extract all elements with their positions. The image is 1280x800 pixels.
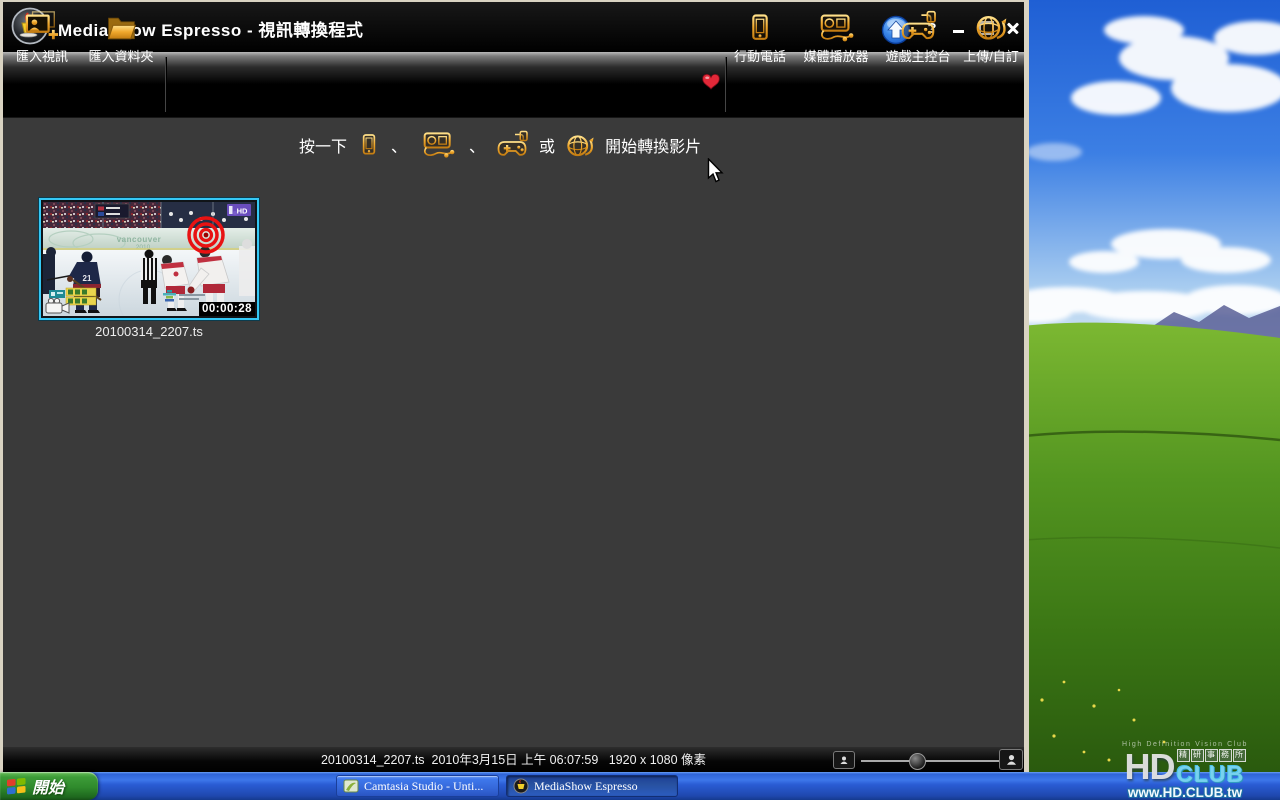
status-filename: 20100314_2207.ts	[320, 753, 425, 767]
media-player-button[interactable]: 媒體播放器	[795, 3, 877, 70]
import-video-label: 匯入視訊	[15, 49, 68, 64]
game-console-icon	[898, 10, 938, 44]
media-player-icon	[417, 130, 459, 160]
thumbnail-zoom-slider-knob[interactable]	[909, 753, 926, 770]
task-label: MediaShow Espresso	[534, 778, 638, 793]
import-folder-icon	[103, 12, 139, 44]
import-folder-label: 匯入資料夾	[88, 49, 154, 64]
instruction-comma: 、	[469, 139, 486, 156]
import-video-icon	[23, 10, 61, 44]
globe-upload-icon	[974, 10, 1008, 44]
game-console-label: 遊戲主控台	[885, 49, 951, 64]
instruction-or: 或	[539, 139, 556, 156]
thumbnail-zoom-slider-track[interactable]	[861, 760, 1001, 762]
import-folder-button[interactable]: 匯入資料夾	[81, 3, 161, 70]
status-resolution: 1920 x 1080 像素	[608, 753, 707, 767]
camcorder-icon	[45, 297, 71, 315]
hockey-thumbnail-image: vancouver 2010 21 HD	[43, 202, 255, 331]
import-video-button[interactable]: 匯入視訊	[7, 3, 77, 70]
mobile-phone-label: 行動電話	[733, 49, 786, 64]
target-overlay-graphic	[187, 216, 225, 254]
mobile-phone-button[interactable]: 行動電話	[727, 3, 793, 70]
start-label: 開始	[32, 780, 65, 797]
screen: MediaShow Espresso - 視訊轉換程式 ? 匯入視訊 匯入資料夾…	[0, 0, 1280, 800]
upload-custom-button[interactable]: 上傳/自訂	[957, 3, 1025, 70]
status-datetime: 2010年3月15日 上午 06:07:59	[431, 753, 599, 767]
video-thumbnail[interactable]: vancouver 2010 21 HD 00:00:28	[39, 198, 259, 331]
toolbar-separator-2	[725, 57, 726, 112]
thumbnail-size-small-icon[interactable]	[833, 751, 855, 769]
instruction-line: 按一下 、 、 或 開始轉換影片	[299, 124, 701, 166]
thumbnail-filename: 20100314_2207.ts	[95, 324, 203, 339]
jersey-number: 21	[83, 274, 92, 283]
hd-badge: HD	[227, 204, 251, 216]
desktop-wallpaper	[1024, 0, 1280, 772]
mediashow-window: MediaShow Espresso - 視訊轉換程式 ? 匯入視訊 匯入資料夾…	[0, 0, 1029, 773]
board-text: vancouver	[117, 235, 162, 244]
svg-text:HD: HD	[237, 207, 248, 216]
instruction-click: 按一下	[299, 139, 348, 156]
start-button[interactable]: 開始	[0, 772, 98, 800]
toolbar-separator	[165, 57, 166, 112]
mobile-phone-icon	[357, 132, 381, 158]
mobile-phone-icon	[745, 12, 775, 44]
media-player-label: 媒體播放器	[803, 49, 869, 64]
instruction-comma: 、	[391, 139, 408, 156]
thumbnail-size-large-icon[interactable]	[999, 749, 1023, 770]
mediashow-icon	[513, 778, 529, 794]
heart-icon[interactable]	[701, 72, 721, 91]
taskbar-item-camtasia[interactable]: Camtasia Studio - Unti...	[336, 775, 499, 797]
game-console-icon	[495, 130, 529, 160]
instruction-action: 開始轉換影片	[605, 139, 702, 156]
taskbar: 開始 e V2 »	[0, 772, 1280, 800]
taskbar-item-mediashow[interactable]: MediaShow Espresso	[506, 775, 678, 797]
task-label: Camtasia Studio - Unti...	[364, 778, 484, 793]
upload-custom-label: 上傳/自訂	[963, 49, 1019, 64]
media-player-icon	[813, 12, 859, 44]
globe-upload-icon	[565, 130, 595, 160]
camtasia-icon	[343, 779, 359, 793]
windows-logo-icon	[6, 777, 26, 794]
game-console-button[interactable]: 遊戲主控台	[877, 3, 959, 70]
duration-badge: 00:00:28	[198, 302, 255, 316]
